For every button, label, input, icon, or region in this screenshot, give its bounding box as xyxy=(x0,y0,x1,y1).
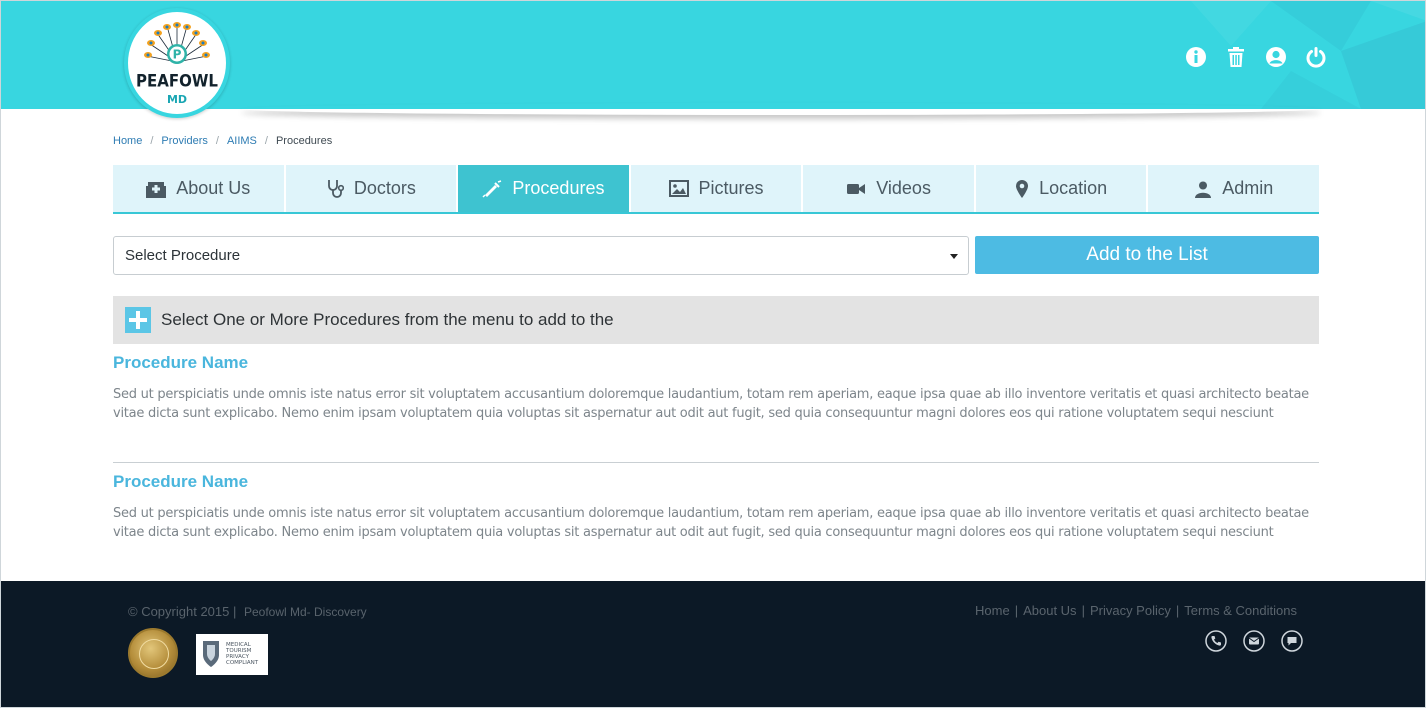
tab-videos[interactable]: Videos xyxy=(803,165,974,212)
footer-link-home[interactable]: Home xyxy=(975,603,1010,618)
copyright-text: © Copyright 2015 | xyxy=(128,604,237,619)
power-icon[interactable] xyxy=(1305,46,1327,68)
tab-about-us[interactable]: About Us xyxy=(113,165,284,212)
copyright: © Copyright 2015 | Peofowl Md- Discovery xyxy=(128,604,367,619)
info-bar: Select One or More Procedures from the m… xyxy=(113,296,1319,344)
image-icon xyxy=(668,180,689,197)
tab-doctors[interactable]: Doctors xyxy=(285,165,457,212)
footer-link-separator: | xyxy=(1014,603,1019,618)
breadcrumb-current: Procedures xyxy=(275,135,333,147)
chat-icon[interactable] xyxy=(1281,630,1303,652)
procedure-item: Procedure Name Sed ut perspiciatis unde … xyxy=(113,353,1319,423)
procedure-description: Sed ut perspiciatis unde omnis iste natu… xyxy=(113,387,1309,421)
plus-icon[interactable] xyxy=(125,307,151,333)
admin-user-icon xyxy=(1195,181,1212,198)
tab-procedures[interactable]: Procedures xyxy=(458,165,629,212)
tab-label: Pictures xyxy=(698,178,764,198)
breadcrumb-separator: / xyxy=(264,135,268,147)
breadcrumb: Home / Providers / AIIMS / Procedures xyxy=(113,135,332,147)
contact-icons xyxy=(1205,630,1303,652)
header-actions xyxy=(1185,46,1327,68)
footer-link-about-us[interactable]: About Us xyxy=(1023,603,1076,618)
tab-bar: About Us Doctors Procedures Pictures Vid… xyxy=(113,165,1320,214)
info-icon[interactable] xyxy=(1185,46,1207,68)
tab-label: Procedures xyxy=(512,178,605,198)
map-pin-icon xyxy=(1016,179,1029,198)
procedure-description: Sed ut perspiciatis unde omnis iste natu… xyxy=(113,506,1309,540)
caret-down-icon xyxy=(950,254,958,259)
logo-name: PEAFOWL xyxy=(136,71,218,91)
procedure-name[interactable]: Procedure Name xyxy=(113,353,1319,373)
tab-location[interactable]: Location xyxy=(975,165,1147,212)
badge-text: MEDICAL TOURISM PRIVACY COMPLIANT xyxy=(226,642,259,666)
trash-icon[interactable] xyxy=(1225,46,1247,68)
logo-sub: MD xyxy=(166,93,188,106)
video-camera-icon xyxy=(847,183,866,194)
footer-link-terms[interactable]: Terms & Conditions xyxy=(1184,603,1297,618)
peacock-fan-icon: P xyxy=(144,22,210,64)
shield-icon xyxy=(203,641,219,667)
info-message: Select One or More Procedures from the m… xyxy=(161,310,614,329)
privacy-compliant-badge: MEDICAL TOURISM PRIVACY COMPLIANT xyxy=(196,634,268,675)
procedure-select-value: Select Procedure xyxy=(125,247,241,264)
hospital-icon xyxy=(146,181,167,198)
syringe-icon xyxy=(482,179,502,198)
footer-link-separator: | xyxy=(1081,603,1085,618)
user-icon[interactable] xyxy=(1265,46,1287,68)
procedure-name[interactable]: Procedure Name xyxy=(113,472,1319,492)
breadcrumb-home[interactable]: Home xyxy=(113,135,142,147)
footer-brand: Peofowl Md- Discovery xyxy=(243,605,367,619)
breadcrumb-separator: / xyxy=(215,135,219,147)
logo[interactable]: P PEAFOWL MD xyxy=(124,8,230,118)
breadcrumb-aiims[interactable]: AIIMS xyxy=(227,135,257,147)
certification-seal xyxy=(128,628,178,678)
tab-label: About Us xyxy=(176,178,251,198)
footer-links: Home | About Us | Privacy Policy | Terms… xyxy=(975,603,1297,618)
tab-label: Videos xyxy=(876,178,931,198)
tab-label: Admin xyxy=(1222,178,1274,198)
add-to-list-button[interactable]: Add to the List xyxy=(975,236,1319,274)
breadcrumb-separator: / xyxy=(150,135,154,147)
tab-admin[interactable]: Admin xyxy=(1148,165,1320,212)
footer-link-separator: | xyxy=(1175,603,1180,618)
footer-link-privacy-policy[interactable]: Privacy Policy xyxy=(1090,603,1171,618)
stethoscope-icon xyxy=(327,179,344,198)
breadcrumb-providers[interactable]: Providers xyxy=(161,135,207,147)
mail-icon[interactable] xyxy=(1243,630,1265,652)
tab-pictures[interactable]: Pictures xyxy=(630,165,802,212)
phone-icon[interactable] xyxy=(1205,630,1227,652)
page: P PEAFOWL MD Home / Providers / AIIMS / … xyxy=(0,0,1426,708)
divider xyxy=(113,462,1319,463)
header-shadow xyxy=(241,103,1321,115)
tab-label: Doctors xyxy=(353,178,416,198)
svg-text:P: P xyxy=(173,48,182,62)
procedure-item: Procedure Name Sed ut perspiciatis unde … xyxy=(113,472,1319,542)
procedure-select[interactable]: Select Procedure xyxy=(113,236,969,275)
tab-label: Location xyxy=(1039,178,1108,198)
footer: © Copyright 2015 | Peofowl Md- Discovery… xyxy=(1,581,1425,707)
